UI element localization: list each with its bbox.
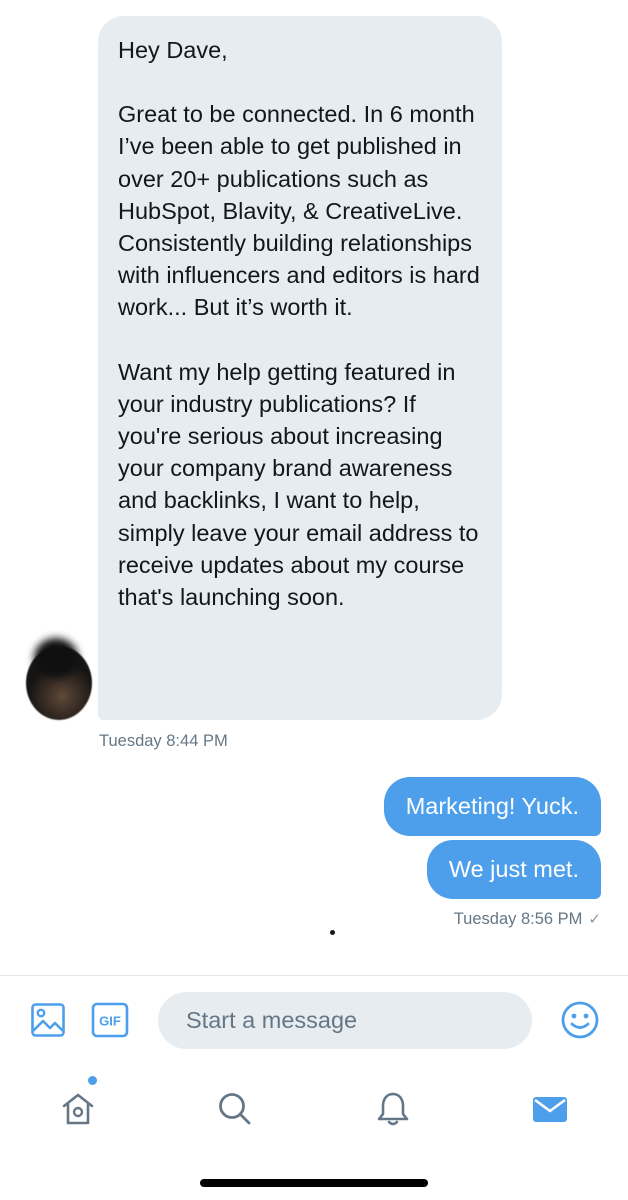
sender-avatar[interactable]: [26, 646, 92, 720]
add-image-button[interactable]: [28, 1000, 68, 1040]
typing-dot: [330, 930, 335, 935]
home-indicator[interactable]: [200, 1179, 428, 1187]
conversation-thread: Hey Dave, Great to be connected. In 6 mo…: [0, 0, 628, 975]
timestamp-text: Tuesday 8:56 PM: [453, 910, 583, 928]
home-notification-dot: [88, 1076, 97, 1085]
message-text: Marketing! Yuck.: [405, 793, 579, 819]
emoji-button[interactable]: [558, 998, 602, 1042]
message-paragraph: Great to be connected. In 6 month I’ve b…: [118, 101, 480, 321]
emoji-icon: [561, 1001, 599, 1039]
image-icon: [31, 1003, 65, 1037]
tab-home[interactable]: [48, 1079, 108, 1139]
check-icon: ✓: [588, 911, 601, 928]
outgoing-message-bubble[interactable]: Marketing! Yuck.: [383, 777, 601, 836]
tab-messages[interactable]: [520, 1079, 580, 1139]
bottom-tab-bar: [0, 1065, 628, 1155]
gif-label: GIF: [99, 1014, 121, 1029]
outgoing-message-bubble[interactable]: We just met.: [426, 840, 601, 899]
bell-icon: [377, 1092, 409, 1126]
mail-icon: [533, 1097, 567, 1122]
message-paragraph: Hey Dave,: [118, 37, 228, 63]
add-gif-button[interactable]: GIF: [90, 1000, 130, 1040]
message-text: We just met.: [448, 856, 579, 882]
tab-notifications[interactable]: [363, 1079, 423, 1139]
message-composer: GIF Start a message: [0, 975, 628, 1065]
search-icon: [219, 1093, 251, 1125]
gif-icon: GIF: [91, 1002, 129, 1038]
message-paragraph: Want my help getting featured in your in…: [118, 358, 479, 611]
incoming-message-bubble[interactable]: Hey Dave, Great to be connected. In 6 mo…: [98, 16, 502, 720]
tab-search[interactable]: [205, 1079, 265, 1139]
incoming-timestamp: Tuesday 8:44 PM: [99, 732, 228, 750]
outgoing-timestamp: Tuesday 8:56 PM ✓: [454, 910, 601, 929]
message-input[interactable]: Start a message: [158, 992, 532, 1049]
home-icon: [62, 1093, 94, 1125]
message-placeholder: Start a message: [186, 1007, 358, 1033]
